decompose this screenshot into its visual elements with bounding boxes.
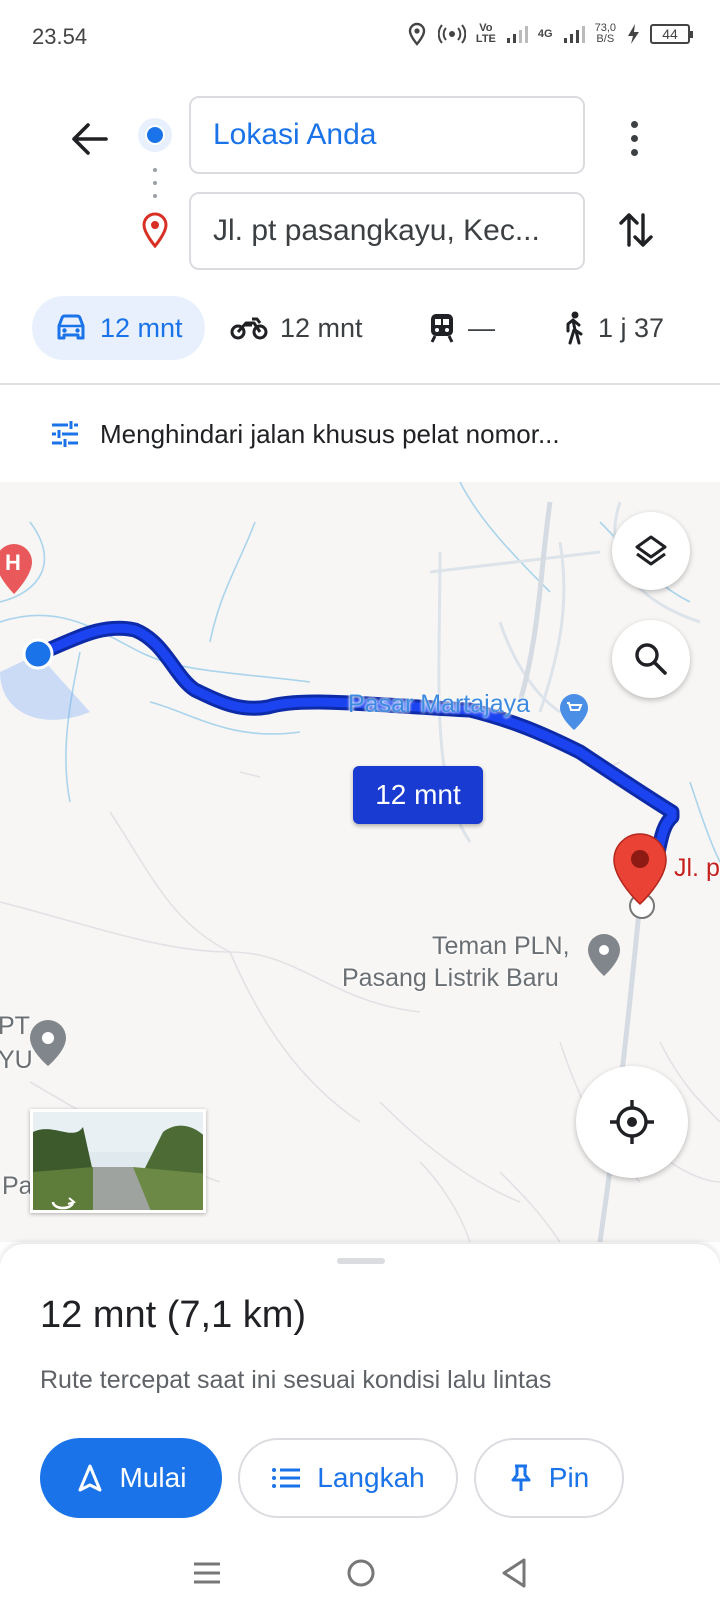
mode-transit[interactable]: — bbox=[428, 296, 495, 360]
network-speed: 73,0 B/S bbox=[594, 22, 616, 45]
destination-text: Jl. pt pasangkayu, Kec... bbox=[213, 214, 540, 247]
car-icon bbox=[57, 314, 85, 340]
hotspot-icon bbox=[437, 24, 466, 44]
home-icon[interactable] bbox=[345, 1557, 377, 1589]
poi-label-pt[interactable]: PT bbox=[0, 1012, 30, 1041]
tune-icon bbox=[52, 421, 78, 447]
mode-motorcycle[interactable]: 12 mnt bbox=[230, 296, 363, 360]
route-summary: 12 mnt (7,1 km) bbox=[40, 1294, 307, 1336]
motorcycle-icon bbox=[230, 317, 268, 340]
origin-input[interactable]: Lokasi Anda bbox=[189, 96, 585, 174]
swap-vert-icon bbox=[619, 213, 653, 247]
search-icon bbox=[635, 643, 667, 675]
destination-input[interactable]: Jl. pt pasangkayu, Kec... bbox=[189, 192, 585, 270]
layers-icon bbox=[635, 535, 667, 566]
status-bar: 23.54 Vo LTE 4G 73,0 B/S 44 bbox=[0, 0, 720, 72]
mode-walk-label: 1 j 37 bbox=[598, 312, 665, 343]
signal-icon bbox=[506, 26, 528, 43]
route-options-label: Menghindari jalan khusus pelat nomor... bbox=[100, 418, 560, 449]
net-type-icon: 4G bbox=[537, 27, 553, 40]
pln-label-line2[interactable]: Pasang Listrik Baru bbox=[342, 964, 559, 993]
more-options-button[interactable] bbox=[612, 110, 656, 166]
market-label[interactable]: Pasar Martajaya bbox=[348, 690, 530, 719]
start-button-label: Mulai bbox=[119, 1462, 187, 1493]
system-nav-bar bbox=[0, 1534, 720, 1612]
pin-button[interactable]: Pin bbox=[474, 1438, 624, 1518]
volte-icon: Vo LTE bbox=[475, 22, 496, 45]
steps-button[interactable]: Langkah bbox=[238, 1438, 458, 1518]
street-view-thumbnail[interactable] bbox=[30, 1109, 206, 1213]
location-icon bbox=[408, 22, 426, 46]
mode-car[interactable]: 12 mnt bbox=[32, 296, 205, 360]
mode-motorcycle-label: 12 mnt bbox=[280, 312, 363, 343]
pushpin-icon bbox=[511, 1464, 531, 1491]
status-time: 23.54 bbox=[32, 24, 88, 49]
route-options-row[interactable]: Menghindari jalan khusus pelat nomor... bbox=[0, 386, 720, 482]
mode-car-label: 12 mnt bbox=[100, 312, 183, 343]
arrow-back-icon bbox=[72, 123, 108, 155]
status-icons: Vo LTE 4G 73,0 B/S 44 bbox=[406, 22, 693, 46]
transit-icon bbox=[430, 314, 454, 343]
my-location-icon bbox=[610, 1100, 654, 1144]
mode-walk[interactable]: 1 j 37 bbox=[560, 296, 664, 360]
battery-indicator: 44 bbox=[650, 24, 693, 44]
route-connector-dots bbox=[152, 168, 158, 198]
my-location-button[interactable] bbox=[576, 1066, 688, 1178]
layers-button[interactable] bbox=[612, 512, 690, 590]
route-subtitle: Rute tercepat saat ini sesuai kondisi la… bbox=[40, 1366, 552, 1394]
poi-label-yu[interactable]: YU bbox=[0, 1046, 33, 1075]
mode-transit-label: — bbox=[468, 312, 495, 343]
sheet-drag-handle[interactable] bbox=[337, 1258, 385, 1264]
navigation-arrow-icon bbox=[78, 1464, 102, 1492]
start-button[interactable]: Mulai bbox=[40, 1438, 222, 1518]
directions-header: Lokasi Anda Jl. pt pasangkayu, Kec... 12… bbox=[0, 72, 720, 387]
destination-pin-icon bbox=[142, 212, 168, 248]
steps-button-label: Langkah bbox=[317, 1462, 425, 1493]
map-search-button[interactable] bbox=[612, 620, 690, 698]
travel-modes: 12 mnt 12 mnt — 1 j 37 bbox=[0, 296, 720, 362]
walk-icon bbox=[566, 311, 583, 345]
back-button[interactable] bbox=[64, 114, 114, 164]
pin-button-label: Pin bbox=[548, 1462, 590, 1493]
header-divider bbox=[0, 383, 720, 385]
route-duration-chip[interactable]: 12 mnt bbox=[353, 766, 483, 824]
pln-label-line1[interactable]: Teman PLN, bbox=[432, 932, 570, 961]
signal-icon-2 bbox=[563, 26, 585, 43]
map-view[interactable]: H Pasar Martajaya Jl. p Teman PLN, Pasan… bbox=[0, 482, 720, 1242]
destination-map-label[interactable]: Jl. p bbox=[674, 854, 720, 883]
list-icon bbox=[272, 1468, 301, 1488]
charging-icon bbox=[628, 24, 639, 44]
origin-dot-icon bbox=[138, 118, 172, 152]
back-nav-icon[interactable] bbox=[500, 1557, 528, 1589]
street-view-image bbox=[33, 1112, 203, 1210]
swap-button[interactable] bbox=[608, 202, 664, 258]
hospital-marker-label[interactable]: H bbox=[5, 550, 21, 576]
recent-apps-icon[interactable] bbox=[192, 1560, 222, 1586]
